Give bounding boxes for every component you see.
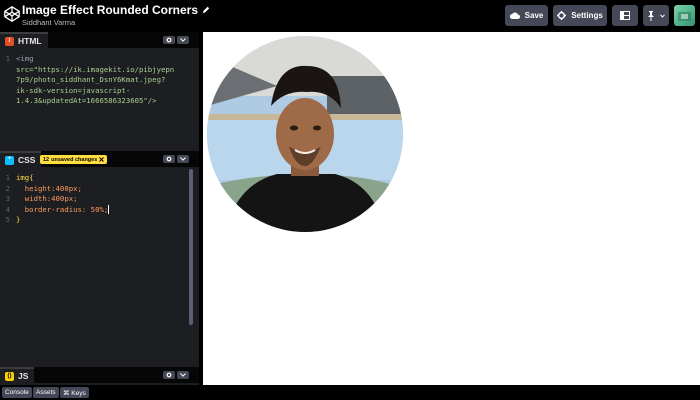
chevron-down-icon <box>180 38 186 42</box>
js-editor-panel: () JS <box>0 367 199 385</box>
js-tabbar: () JS <box>0 367 199 383</box>
js-tab[interactable]: () JS <box>0 367 35 383</box>
js-tab-label: JS <box>18 371 29 381</box>
code-text: height:400px; <box>16 183 82 193</box>
gear-icon <box>557 11 567 20</box>
code-text: } <box>16 215 21 224</box>
user-avatar[interactable] <box>674 5 695 26</box>
save-label: Save <box>524 11 544 20</box>
keys-button[interactable]: ⌘ Keys <box>60 387 89 398</box>
code-text: width:400px; <box>16 194 78 203</box>
code-line: 3 width:400px; <box>0 194 199 205</box>
line-number <box>0 65 16 76</box>
html-tab-label: HTML <box>18 36 42 46</box>
html-tab[interactable]: / HTML <box>0 32 48 48</box>
assets-button[interactable]: Assets <box>33 387 59 398</box>
css-scrollbar[interactable] <box>189 169 193 325</box>
code-line: ik-sdk-version=javascript- <box>0 86 199 97</box>
line-number: 1 <box>5 173 10 182</box>
unsaved-label: unsaved changes <box>51 156 98 163</box>
css-tabbar: * CSS 12 unsaved changes <box>0 151 199 167</box>
js-settings-button[interactable] <box>163 371 175 379</box>
code-text: <img <box>16 54 34 63</box>
code-line: 5} <box>0 215 199 226</box>
line-number: 3 <box>5 194 10 203</box>
code-text: img{ <box>16 173 34 182</box>
code-line: src="https://ik.imagekit.io/pibjyepn <box>0 65 199 76</box>
html-icon: / <box>5 36 14 46</box>
js-icon: () <box>5 371 14 381</box>
editor-column: / HTML 1 <img src="https://ik.imagekit.io… <box>0 32 199 385</box>
save-button[interactable]: Save <box>505 5 548 26</box>
line-number <box>0 75 16 86</box>
result-preview[interactable] <box>203 32 700 385</box>
console-button[interactable]: Console <box>2 387 32 398</box>
line-number: 4 <box>5 204 10 214</box>
code-line: 1.4.3&updatedAt=1666586323605"/> <box>0 96 199 107</box>
html-code[interactable]: 1 <img src="https://ik.imagekit.io/pibjye… <box>0 54 199 107</box>
layout-icon <box>620 11 630 20</box>
pencil-icon[interactable] <box>202 6 210 14</box>
code-line: 4 border-radius: 50%; <box>0 204 199 216</box>
codepen-logo-icon[interactable] <box>3 5 21 23</box>
line-number: 1 <box>5 54 10 63</box>
html-collapse-button[interactable] <box>177 36 189 44</box>
unsaved-count: 12 <box>43 156 50 163</box>
profile-photo <box>207 36 403 232</box>
pen-author[interactable]: Siddhant Varma <box>22 18 210 28</box>
avatar-icon <box>678 12 691 21</box>
portrait-image <box>207 36 403 232</box>
pen-title[interactable]: Image Effect Rounded Corners <box>22 3 210 17</box>
pen-title-text: Image Effect Rounded Corners <box>22 3 199 17</box>
html-tabbar: / HTML <box>0 32 199 48</box>
line-number <box>0 96 16 107</box>
text-cursor <box>108 204 110 214</box>
html-editor-panel: / HTML 1 <img src="https://ik.imagekit.io… <box>0 32 199 149</box>
footer: Console Assets ⌘ Keys <box>0 385 700 400</box>
pen-title-area: Image Effect Rounded Corners Siddhant Va… <box>22 3 210 28</box>
gear-icon <box>166 156 172 162</box>
line-number <box>0 86 16 97</box>
css-collapse-button[interactable] <box>177 155 189 163</box>
code-text: 1.4.3&updatedAt=1666586323605"/> <box>16 96 157 105</box>
gear-icon <box>166 372 172 378</box>
pin-icon <box>648 10 654 21</box>
line-number: 5 <box>5 215 10 224</box>
header: Image Effect Rounded Corners Siddhant Va… <box>0 0 700 32</box>
html-settings-button[interactable] <box>163 36 175 44</box>
unsaved-changes-badge[interactable]: 12 unsaved changes <box>40 155 108 164</box>
chevron-down-icon <box>180 157 186 161</box>
css-settings-button[interactable] <box>163 155 175 163</box>
css-icon: * <box>5 155 14 165</box>
code-line: 1 <img <box>0 54 199 65</box>
css-editor-panel: * CSS 12 unsaved changes 1 img{ 2 height:… <box>0 151 199 365</box>
change-view-button[interactable] <box>612 5 638 26</box>
cloud-icon <box>509 12 520 19</box>
code-text: 7p9/photo_siddhant_DsnY6Kmat.jpeg? <box>16 75 166 84</box>
gear-icon <box>166 37 172 43</box>
css-tab[interactable]: * CSS <box>0 151 42 167</box>
chevron-down-icon <box>660 13 665 18</box>
js-collapse-button[interactable] <box>177 371 189 379</box>
css-code[interactable]: 1 img{ 2 height:400px; 3 width:400px; 4 b… <box>0 173 199 226</box>
code-line: 2 height:400px; <box>0 184 199 195</box>
close-icon[interactable] <box>99 157 105 162</box>
code-text: src="https://ik.imagekit.io/pibjyepn <box>16 64 175 74</box>
settings-label: Settings <box>571 11 603 20</box>
line-number: 2 <box>5 183 10 193</box>
code-line: 1 img{ <box>0 173 199 184</box>
code-text: ik-sdk-version=javascript- <box>16 85 131 95</box>
chevron-down-icon <box>180 373 186 377</box>
code-line: 7p9/photo_siddhant_DsnY6Kmat.jpeg? <box>0 75 199 86</box>
css-tab-label: CSS <box>18 155 36 165</box>
settings-button[interactable]: Settings <box>553 5 607 26</box>
code-text: border-radius: 50%; <box>16 204 109 214</box>
pin-button[interactable] <box>643 5 669 26</box>
